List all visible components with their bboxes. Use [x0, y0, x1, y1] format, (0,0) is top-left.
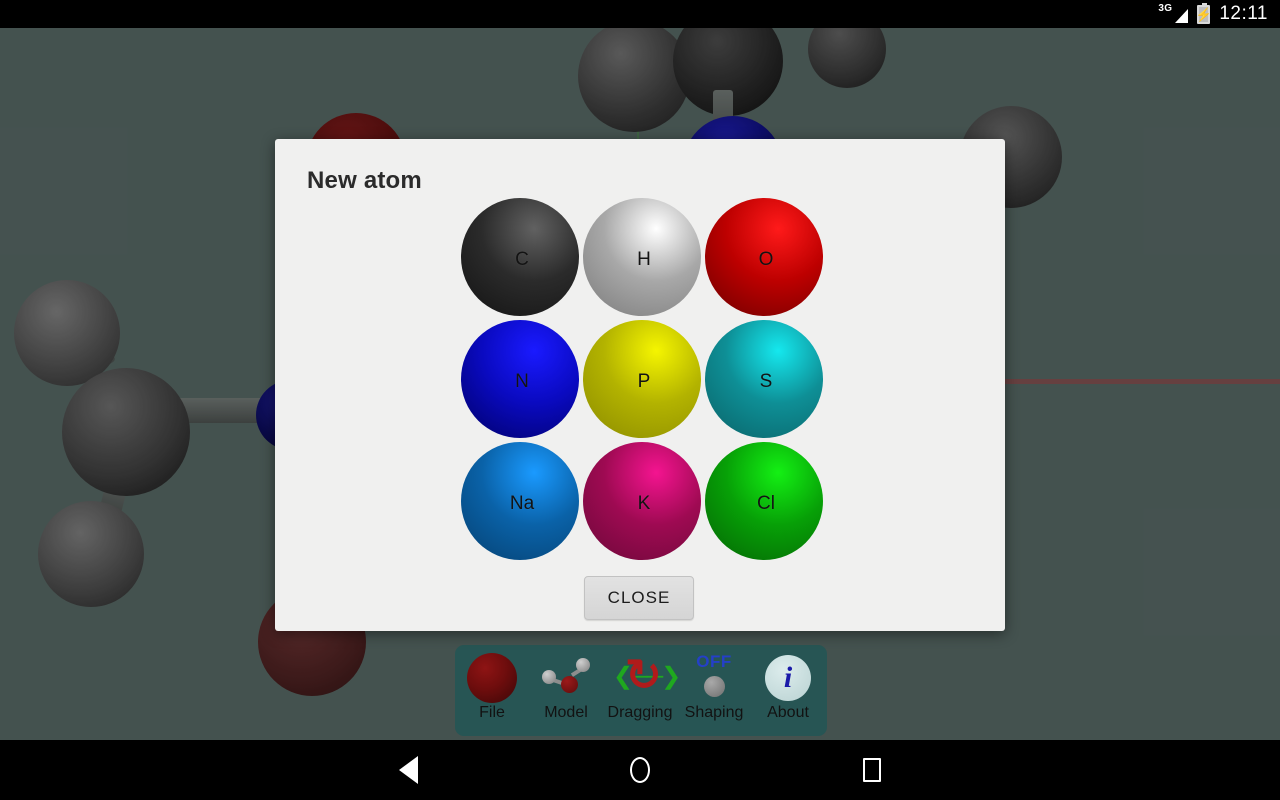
close-button[interactable]: CLOSE: [584, 576, 694, 620]
status-bar: 3G ⚡ 12:11: [0, 0, 1280, 28]
toolbar-item-model[interactable]: Model: [529, 650, 603, 722]
atom-sphere: N: [461, 320, 579, 438]
toolbar-label-file: File: [479, 704, 505, 721]
signal-bars-icon: [1175, 5, 1189, 23]
toolbar-item-file[interactable]: File: [455, 650, 529, 722]
atom-symbol-label: N: [515, 371, 529, 392]
toolbar-item-about[interactable]: i About: [751, 650, 825, 722]
atom-option-h[interactable]: H: [581, 196, 703, 318]
app-toolbar: File Model ❮──❯ ↻ Dragging OFF Shaping i…: [455, 645, 827, 736]
atom-option-cl[interactable]: Cl: [703, 440, 825, 562]
device-screen: 3G ⚡ 12:11 File Model ❮──❯ ↻ Dragging OF…: [0, 0, 1280, 800]
atom-option-s[interactable]: S: [703, 318, 825, 440]
water-molecule-icon: [529, 650, 603, 706]
atom-option-na[interactable]: Na: [459, 440, 581, 562]
atom-sphere: Na: [461, 442, 579, 560]
toolbar-label-shaping: Shaping: [684, 704, 744, 721]
atom-option-k[interactable]: K: [581, 440, 703, 562]
atom-option-o[interactable]: O: [703, 196, 825, 318]
toggle-dot-icon: OFF: [677, 650, 751, 706]
atom-sphere: K: [583, 442, 701, 560]
toolbar-label-about: About: [767, 704, 809, 721]
android-nav-bar: [0, 740, 1280, 800]
rotation-arrows-icon: ❮──❯ ↻: [613, 651, 681, 700]
atom-option-c[interactable]: C: [459, 196, 581, 318]
toolbar-item-dragging[interactable]: ❮──❯ ↻ Dragging: [603, 650, 682, 722]
new-atom-dialog: New atom C H O N P S Na K Cl CLOSE: [275, 139, 1005, 631]
atom-option-n[interactable]: N: [459, 318, 581, 440]
atom-sphere: H: [583, 198, 701, 316]
atom-sphere: S: [705, 320, 823, 438]
atom-sphere: P: [583, 320, 701, 438]
atom-symbol-label: Na: [509, 493, 535, 514]
battery-charging-icon: ⚡: [1195, 2, 1212, 24]
atom-symbol-label: C: [515, 249, 529, 270]
toolbar-label-dragging: Dragging: [607, 704, 673, 721]
network-type-label: 3G: [1158, 3, 1173, 14]
status-bar-clock: 12:11: [1219, 3, 1268, 24]
toolbar-label-model: Model: [544, 704, 588, 721]
toolbar-item-shaping[interactable]: OFF Shaping: [677, 650, 751, 722]
atom-symbol-label: P: [637, 371, 651, 392]
atom-symbol-label: Cl: [757, 493, 775, 514]
atom-sphere: C: [461, 198, 579, 316]
atom-symbol-label: S: [759, 371, 773, 392]
red-sphere-icon: [455, 650, 529, 706]
info-icon: i: [751, 650, 825, 706]
atom-symbol-label: K: [637, 493, 651, 514]
dialog-title: New atom: [307, 167, 422, 194]
atom-symbol-label: O: [758, 249, 774, 270]
atom-picker-grid: C H O N P S Na K Cl: [459, 196, 825, 562]
atom-option-p[interactable]: P: [581, 318, 703, 440]
home-icon[interactable]: [612, 748, 668, 792]
shaping-state-label: OFF: [696, 652, 732, 671]
atom-sphere: O: [705, 198, 823, 316]
back-icon[interactable]: [380, 748, 436, 792]
atom-sphere: Cl: [705, 442, 823, 560]
recents-icon[interactable]: [844, 748, 900, 792]
atom-symbol-label: H: [637, 249, 651, 270]
